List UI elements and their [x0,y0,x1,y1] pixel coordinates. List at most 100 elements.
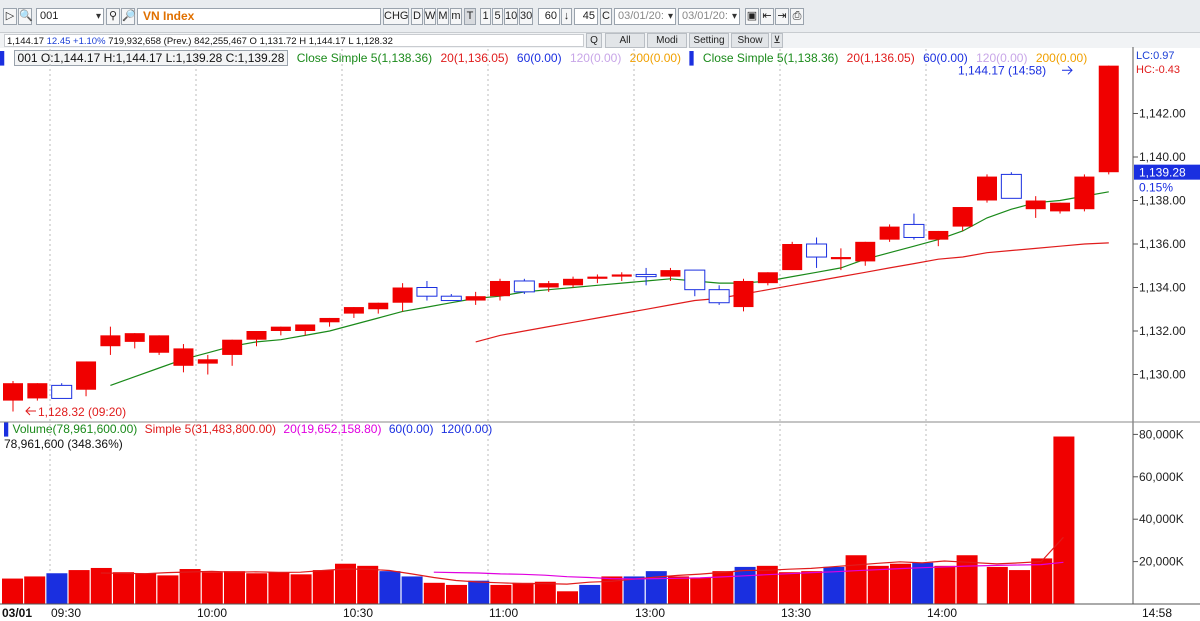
volume-bar [201,572,223,604]
time-tick-label: 14:00 [927,606,957,620]
time-date-label: 03/01 [2,606,32,620]
interval-10-button[interactable]: 10 [504,8,518,25]
volume-bar [734,566,756,604]
volume-bar [668,576,689,604]
volume-bar [24,576,46,604]
candle-body [708,289,730,304]
volume-bar [601,576,623,604]
month-button[interactable]: M [437,8,449,25]
candle-body [587,276,608,279]
down-arrow-icon[interactable]: ↓ [561,8,572,25]
volume-bars [2,436,1075,604]
volume-bar [645,571,667,604]
pin-icon[interactable]: ⊻ [771,33,783,48]
volume-bar [756,565,778,604]
day-button[interactable]: D [411,8,423,25]
volume-marker-icon: ▌ [4,422,13,436]
play-icon[interactable]: ▷ [3,8,17,25]
volume-bar [712,571,734,604]
magnify-icon[interactable]: 🔎 [121,8,136,25]
setting-button[interactable]: Setting [689,33,729,48]
candle-body [1000,173,1022,199]
zoom-icon[interactable]: 🔍 [18,8,33,25]
step-input[interactable]: 45 [574,8,598,25]
code-select[interactable]: 001 [36,8,104,25]
volume-bar [934,565,956,604]
series-marker-icon: ▌ [0,51,9,65]
candle-body [440,295,462,302]
week-button[interactable]: W [424,8,436,25]
volume-bar [90,567,112,604]
date-to-select[interactable]: 03/01/20: [678,8,740,25]
candle-body [903,223,925,238]
tick-button[interactable]: T [464,8,476,25]
change-value: 12.45 [46,36,71,47]
time-last-label: 14:58 [1142,606,1172,620]
high-arrow-icon [1062,65,1073,75]
candles [3,65,1119,412]
candle-body [27,383,48,399]
candle-body [855,241,876,262]
volume-bar [423,582,445,604]
legend-ma60: 60(0.00) [516,51,562,65]
interval-1-button[interactable]: 1 [480,8,491,25]
time-tick-label: 11:00 [489,606,518,620]
interval-30-button[interactable]: 30 [519,8,533,25]
legend-ma20: 20(1,136.05) [440,51,509,65]
volume-bar [557,591,578,604]
back-icon[interactable]: ⇤ [760,8,774,25]
candle-body [368,302,389,310]
date-from-select[interactable]: 03/01/20: [614,8,676,25]
volume-bar [379,571,401,604]
candle-body [806,243,828,258]
c-button[interactable]: C [600,8,612,25]
print-icon[interactable]: ⎙ [790,8,804,25]
price-tick-label: 1,136.00 [1139,237,1186,251]
interval-input[interactable]: 60 [538,8,560,25]
legend-ma200-b: 200(0.00) [1035,51,1088,65]
legend-ma120-b: 120(0.00) [976,51,1028,65]
search-icon[interactable]: ⚲ [106,8,120,25]
volume-bar [845,555,867,604]
volume-bar [2,578,23,604]
save-icon[interactable]: ▣ [745,8,759,25]
candle-body [611,274,632,277]
forward-icon[interactable]: ⇥ [775,8,789,25]
legend-vol-ma120: 120(0.00) [440,422,493,436]
quote-details: 719,932,658 (Prev.) 842,255,467 O 1,131.… [108,36,393,47]
show-button[interactable]: Show [731,33,769,48]
minute-button[interactable]: m [450,8,462,25]
all-button[interactable]: All [605,33,645,48]
volume-ma5-line [100,536,1064,585]
hc-readout: HC:-0.43 [1136,64,1181,76]
legend-ma60-b: 60(0.00) [923,51,968,65]
ma5-line [110,191,1109,386]
chart-canvas: 1,142.00 1,140.00 1,138.00 1,136.00 1,134.00… [0,47,1200,620]
q-button[interactable]: Q [586,33,602,48]
candle-body [490,280,510,297]
volume-bar [268,572,290,604]
price-tick-label: 1,140.00 [1139,150,1186,164]
volume-bar [623,576,645,604]
volume-bar [690,577,712,604]
volume-bar [401,576,423,604]
candle-body [563,278,584,286]
legend-ma120: 120(0.00) [569,51,622,65]
candle-body [51,384,73,399]
volume-tick-label: 40,000K [1139,512,1184,526]
chart-app: ▷ 🔍 001 ⚲ 🔎 VN Index CHG D W M m T 1 5 1… [0,0,1200,621]
chg-button[interactable]: CHG [383,8,409,25]
volume-readout: 78,961,600 (348.36%) [4,437,123,451]
candle-body [1098,65,1119,173]
candle-body [782,244,803,271]
time-tick-label: 09:30 [51,606,81,620]
volume-bar [1053,436,1075,604]
volume-bar [290,574,312,604]
interval-5-button[interactable]: 5 [492,8,503,25]
legend-ma5: Close Simple 5(1,138.36) [296,51,433,65]
modi-button[interactable]: Modi [647,33,687,48]
candle-body [100,335,121,347]
volume-bar [534,581,556,604]
volume-tick-label: 60,000K [1139,470,1184,484]
price-tick-label: 1,142.00 [1139,107,1186,121]
